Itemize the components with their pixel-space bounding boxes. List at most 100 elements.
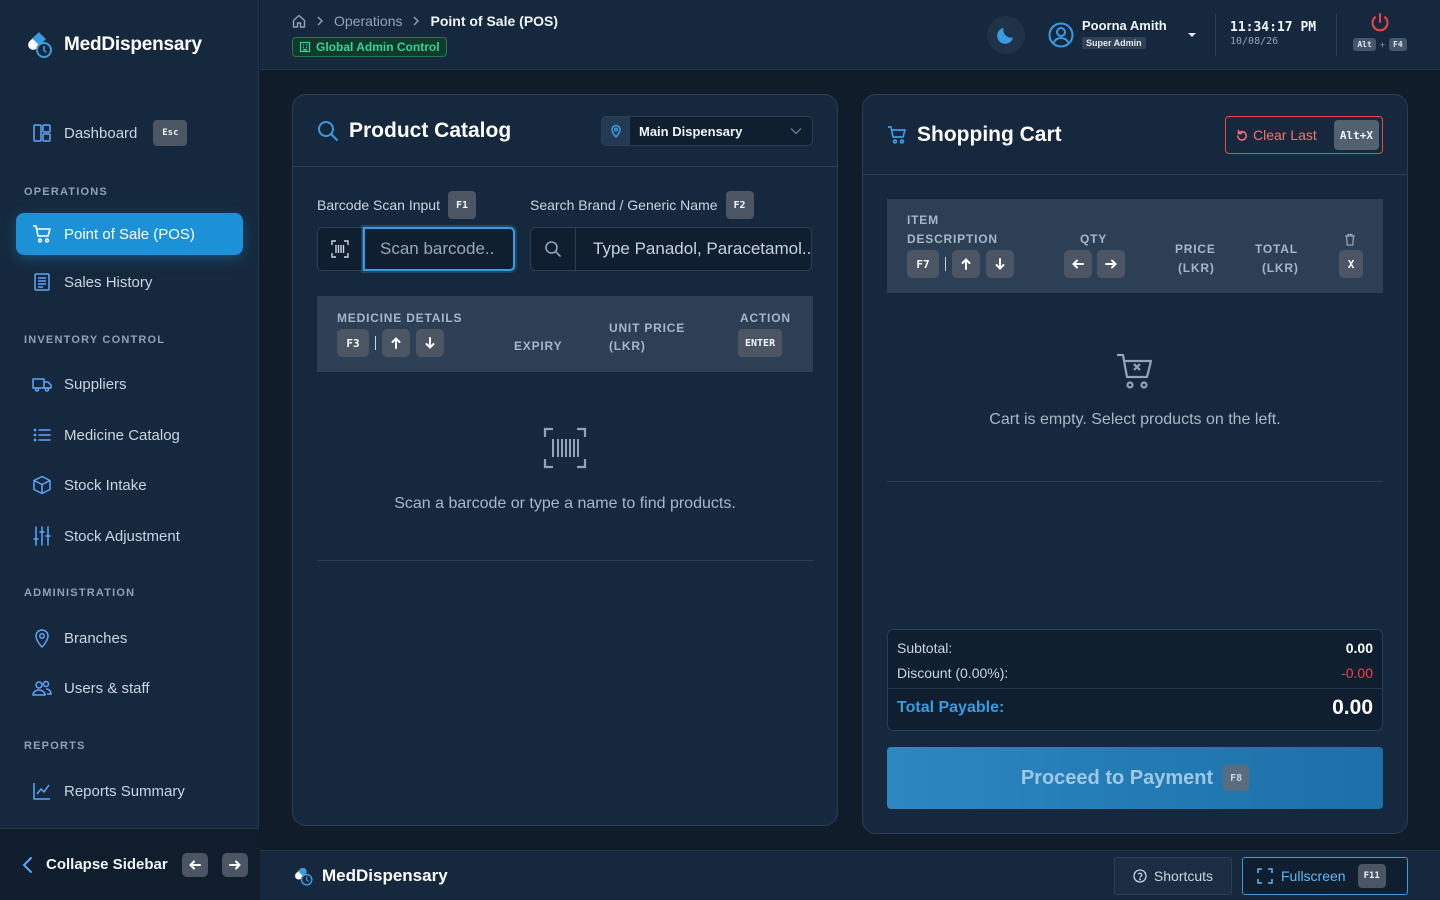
building-icon xyxy=(299,41,311,53)
sidebar-item-label: Reports Summary xyxy=(64,782,185,800)
collapse-sidebar[interactable]: Collapse Sidebar xyxy=(0,828,259,900)
shortcuts-button[interactable]: Shortcuts xyxy=(1114,857,1232,895)
shortcut-key: Alt+X xyxy=(1333,120,1379,150)
shopping-cart-panel: Shopping Cart Clear Last Alt+X ITEM DESC… xyxy=(862,94,1408,834)
sidebar-item-dashboard[interactable]: Dashboard Esc xyxy=(16,112,243,154)
order-summary: Subtotal: 0.00 Discount (0.00%): -0.00 T… xyxy=(887,629,1383,731)
barcode-label: Barcode Scan Input F1 xyxy=(317,191,476,219)
plus-sign: + xyxy=(1379,39,1386,50)
truck-icon xyxy=(32,374,52,394)
fullscreen-label: Fullscreen xyxy=(1281,868,1346,884)
cart-title-text: Shopping Cart xyxy=(917,123,1062,146)
sidebar-item-stock-intake[interactable]: Stock Intake xyxy=(16,464,243,506)
cart-empty-state: Cart is empty. Select products on the le… xyxy=(887,351,1383,429)
cart-icon xyxy=(32,224,52,244)
search-label-text: Search Brand / Generic Name xyxy=(530,197,718,213)
shortcut-key: F7 xyxy=(907,250,939,278)
barcode-input[interactable]: Scan barcode.. xyxy=(363,227,515,271)
total-label: Total Payable: xyxy=(897,699,1005,716)
key-separator xyxy=(945,257,946,271)
sidebar-item-medicine-catalog[interactable]: Medicine Catalog xyxy=(16,414,243,456)
logout-button[interactable]: Alt + F4 xyxy=(1350,12,1410,51)
column-total-currency: (LKR) xyxy=(1262,261,1299,275)
clear-last-label: Clear Last xyxy=(1253,127,1317,143)
sidebar-item-label: Stock Adjustment xyxy=(64,527,180,545)
sidebar-item-stock-adjustment[interactable]: Stock Adjustment xyxy=(16,515,243,557)
column-item-description: DESCRIPTION xyxy=(907,232,998,246)
arrow-down-key-icon[interactable] xyxy=(416,329,444,357)
brand-name: MedDispensary xyxy=(64,34,202,55)
divider xyxy=(888,688,1382,689)
section-administration: ADMINISTRATION xyxy=(24,587,136,599)
proceed-to-payment-button[interactable]: Proceed to Payment F8 xyxy=(887,747,1383,809)
discount-row: Discount (0.00%): -0.00 xyxy=(897,665,1373,681)
arrow-down-key-icon[interactable] xyxy=(986,250,1014,278)
admin-badge-label: Global Admin Control xyxy=(316,40,440,54)
catalog-title-text: Product Catalog xyxy=(349,119,512,142)
shortcut-key: F11 xyxy=(1357,864,1386,888)
clear-last-button[interactable]: Clear Last Alt+X xyxy=(1225,116,1383,154)
discount-label: Discount (0.00%): xyxy=(897,665,1009,681)
sidebar-item-reports-summary[interactable]: Reports Summary xyxy=(16,770,243,812)
arrow-right-key-icon[interactable] xyxy=(1097,250,1125,278)
shortcut-key: Esc xyxy=(153,120,188,146)
fullscreen-button[interactable]: Fullscreen F11 xyxy=(1242,857,1408,895)
shortcut-key: F1 xyxy=(447,191,476,219)
column-total: TOTAL xyxy=(1255,242,1298,256)
total-value: 0.00 xyxy=(1332,696,1373,719)
search-input[interactable]: Type Panadol, Paracetamol... xyxy=(576,227,812,271)
column-unit-price-currency: (LKR) xyxy=(609,339,646,353)
sidebar-item-branches[interactable]: Branches xyxy=(16,617,243,659)
shortcut-key: ENTER xyxy=(738,329,783,357)
sidebar-item-pos[interactable]: Point of Sale (POS) xyxy=(16,213,243,255)
sidebar-item-suppliers[interactable]: Suppliers xyxy=(16,363,243,405)
arrow-up-key-icon[interactable] xyxy=(952,250,980,278)
breadcrumb-current: Point of Sale (POS) xyxy=(430,13,559,29)
catalog-empty-state: Scan a barcode or type a name to find pr… xyxy=(317,427,813,513)
sidebar-item-sales-history[interactable]: Sales History xyxy=(16,261,243,303)
sidebar-item-users-staff[interactable]: Users & staff xyxy=(16,667,243,709)
breadcrumb-operations[interactable]: Operations xyxy=(334,13,402,29)
line-chart-icon xyxy=(32,781,52,801)
arrow-left-key-icon[interactable] xyxy=(181,852,208,877)
shortcut-key: X xyxy=(1339,250,1363,278)
search-label: Search Brand / Generic Name F2 xyxy=(530,191,754,219)
subtotal-row: Subtotal: 0.00 xyxy=(897,640,1373,656)
divider xyxy=(293,166,837,167)
shortcut-key: F3 xyxy=(337,329,369,357)
catalog-empty-message: Scan a barcode or type a name to find pr… xyxy=(394,495,736,512)
discount-value: -0.00 xyxy=(1341,665,1373,681)
sidebar-item-label: Branches xyxy=(64,629,128,647)
shortcuts-label: Shortcuts xyxy=(1153,868,1214,884)
qty-keys xyxy=(1064,250,1125,278)
branch-select-value: Main Dispensary xyxy=(639,123,743,139)
branch-select[interactable]: Main Dispensary xyxy=(601,116,813,146)
caret-down-icon xyxy=(1187,32,1197,38)
sliders-icon xyxy=(32,526,52,546)
arrow-right-key-icon[interactable] xyxy=(221,852,248,877)
arrow-left-key-icon[interactable] xyxy=(1064,250,1092,278)
chevron-right-icon xyxy=(412,16,420,26)
arrow-up-key-icon[interactable] xyxy=(382,329,410,357)
barcode-scan-icon xyxy=(317,227,363,271)
collapse-label: Collapse Sidebar xyxy=(46,856,168,873)
sidebar-item-label: Stock Intake xyxy=(64,476,147,494)
sidebar-item-label: Dashboard xyxy=(64,124,138,142)
brand-logo[interactable]: MedDispensary xyxy=(24,30,202,60)
home-icon[interactable] xyxy=(292,14,306,28)
chevron-down-icon xyxy=(790,127,812,135)
column-qty: QTY xyxy=(1080,232,1108,246)
receipt-icon xyxy=(32,272,52,292)
sidebar: MedDispensary Dashboard Esc OPERATIONS P… xyxy=(0,0,259,900)
theme-toggle-button[interactable] xyxy=(987,16,1025,54)
divider xyxy=(1336,14,1337,56)
chevron-left-icon xyxy=(20,856,36,874)
search-icon xyxy=(530,227,576,271)
clock-date: 10/08/26 xyxy=(1230,36,1279,47)
users-icon xyxy=(32,678,52,698)
user-menu[interactable]: Poorna Amith Super Admin xyxy=(1048,18,1197,51)
cart-icon xyxy=(887,125,907,145)
subtotal-value: 0.00 xyxy=(1345,640,1373,656)
help-circle-icon xyxy=(1133,869,1147,883)
clock-time: 11:34:17 PM xyxy=(1230,20,1317,35)
